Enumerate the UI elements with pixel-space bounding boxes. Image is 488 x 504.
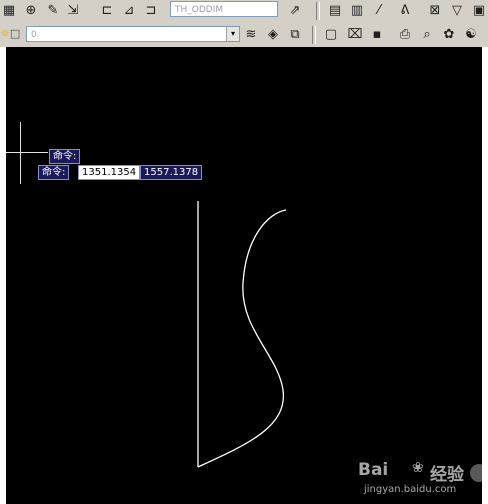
snap-circle-icon[interactable]: ⊕ bbox=[22, 2, 40, 20]
design-center-icon[interactable]: ▥ bbox=[348, 2, 366, 20]
plot-preview-icon[interactable]: ⌕ bbox=[418, 26, 436, 44]
watermark-brand: Bai bbox=[358, 460, 389, 480]
open-file-icon[interactable]: ⌧ bbox=[346, 26, 364, 44]
save-icon[interactable]: ▪ bbox=[368, 26, 386, 44]
paw-icon: ❀ bbox=[412, 460, 424, 476]
layer-combo[interactable]: 0 ▾ bbox=[26, 26, 240, 42]
toolbar-row-layers: ☼□ 0 ▾ ≋ ◈ ⧉ ▢ ⌧ ▪ ⎙ ⌕ ✿ ☯ bbox=[0, 24, 488, 46]
new-file-icon[interactable]: ▢ bbox=[322, 26, 340, 44]
watermark: Bai ❀ 经验 jingyan.baidu.com bbox=[358, 460, 488, 500]
watermark-site: jingyan.baidu.com bbox=[364, 484, 457, 495]
tool-icon[interactable]: ▦ bbox=[0, 2, 18, 20]
pick-arrow-icon[interactable]: ⇲ bbox=[64, 2, 82, 20]
coord-x-input[interactable]: 1351.1354 bbox=[78, 165, 141, 180]
layer-combo-value: 0 bbox=[31, 30, 37, 40]
layer-on-icon: ☼ bbox=[0, 27, 10, 40]
dimension-baseline-icon[interactable]: ⊐ bbox=[142, 2, 160, 20]
crosshair-horizontal bbox=[6, 152, 48, 153]
calculator-icon[interactable]: ▣ bbox=[470, 2, 488, 20]
dimension-aligned-icon[interactable]: ⊿ bbox=[120, 2, 138, 20]
dim-style-manager-icon[interactable]: ⇗ bbox=[286, 2, 304, 20]
spline-curve[interactable] bbox=[197, 209, 287, 468]
play-icon bbox=[470, 464, 488, 482]
toolbar-separator bbox=[316, 2, 320, 20]
toolbar-row-standard: ▦ ⊕ ✎ ⇲ ⊏ ⊿ ⊐ TH_ODDIM ⇗ ▤ ▥ ⁄ ᕕ ⊠ ▽ ▣ bbox=[0, 0, 488, 22]
coord-y-input[interactable]: 1557.1378 bbox=[140, 165, 203, 180]
3d-icon[interactable]: ☯ bbox=[462, 26, 480, 44]
dim-style-combo[interactable]: TH_ODDIM bbox=[170, 1, 278, 17]
layer-state-icons[interactable]: ☼□ bbox=[0, 26, 20, 42]
dim-style-value: TH_ODDIM bbox=[175, 5, 224, 15]
dynamic-input-label: 命令: bbox=[38, 165, 70, 180]
publish-icon[interactable]: ✿ bbox=[440, 26, 458, 44]
command-tooltip: 命令: bbox=[49, 149, 81, 164]
toolbar-area: ▦ ⊕ ✎ ⇲ ⊏ ⊿ ⊐ TH_ODDIM ⇗ ▤ ▥ ⁄ ᕕ ⊠ ▽ ▣ ☼… bbox=[0, 0, 488, 47]
dimension-linear-icon[interactable]: ⊏ bbox=[98, 2, 116, 20]
layer-color-icon: □ bbox=[9, 27, 21, 40]
filter-icon[interactable]: ▽ bbox=[448, 2, 466, 20]
markup-icon[interactable]: ⁄ bbox=[370, 2, 388, 20]
drawing-geometry bbox=[197, 201, 287, 468]
sheet-set-icon[interactable]: ⊠ bbox=[426, 2, 444, 20]
properties-icon[interactable]: ▤ bbox=[326, 2, 344, 20]
crosshair-vertical bbox=[20, 122, 21, 184]
drawing-canvas[interactable]: 命令: 命令: 1351.1354 1557.1378 Bai ❀ 经验 jin… bbox=[6, 47, 488, 504]
watermark-brand-cn: 经验 bbox=[430, 465, 464, 485]
make-layer-current-icon[interactable]: ≋ bbox=[242, 26, 260, 44]
chevron-down-icon[interactable]: ▾ bbox=[226, 27, 239, 41]
layer-manager-icon[interactable]: ◈ bbox=[264, 26, 282, 44]
toolbar-separator bbox=[312, 26, 316, 44]
tool-palette-icon[interactable]: ᕕ bbox=[396, 2, 414, 20]
plot-icon[interactable]: ⎙ bbox=[396, 26, 414, 44]
layer-previous-icon[interactable]: ⧉ bbox=[286, 26, 304, 44]
paint-icon[interactable]: ✎ bbox=[44, 2, 62, 20]
